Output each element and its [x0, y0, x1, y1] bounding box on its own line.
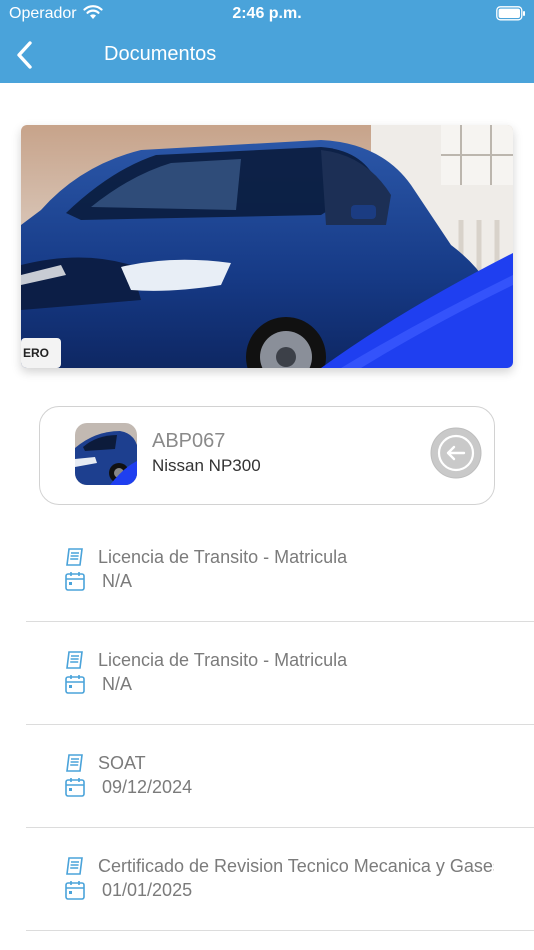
document-name: Licencia de Transito - Matricula	[98, 650, 348, 670]
vehicle-model: Nissan NP300	[152, 456, 261, 475]
calendar-icon	[65, 572, 85, 591]
document-row[interactable]: Certificado de Revision Tecnico Mecanica…	[26, 828, 534, 931]
document-name: Certificado de Revision Tecnico Mecanica…	[98, 856, 494, 876]
calendar-icon	[65, 778, 85, 797]
document-name: Licencia de Transito - Matricula	[98, 547, 348, 567]
chevron-left-icon	[17, 41, 32, 69]
navigation-bar: Documentos	[0, 30, 534, 83]
document-icon	[66, 857, 83, 875]
page-title: Documentos	[104, 43, 217, 65]
status-time: 2:46 p.m.	[232, 5, 302, 22]
svg-text:ERO: ERO	[23, 346, 49, 360]
status-bar: Operador 2:46 p.m.	[0, 0, 534, 30]
arrow-left-circle-icon	[430, 427, 482, 479]
vehicle-plate: ABP067	[152, 430, 226, 452]
document-row[interactable]: Licencia de Transito - Matricula N/A	[26, 519, 534, 622]
document-date: 01/01/2025	[102, 880, 193, 900]
document-date: 09/12/2024	[102, 777, 193, 797]
document-date: N/A	[102, 674, 133, 694]
document-date: N/A	[102, 571, 133, 591]
document-icon	[66, 548, 83, 566]
vehicle-banner-image: ERO	[21, 125, 513, 368]
header-bar: Operador 2:46 p.m. Documentos	[0, 0, 534, 83]
document-icon	[66, 651, 83, 669]
vehicle-thumbnail	[75, 423, 137, 485]
vehicle-change-button[interactable]	[430, 427, 482, 479]
document-name: SOAT	[98, 753, 146, 773]
calendar-icon	[65, 881, 85, 900]
document-icon	[66, 754, 83, 772]
battery-icon	[496, 6, 525, 21]
document-row[interactable]: Licencia de Transito - Matricula N/A	[26, 622, 534, 725]
back-button[interactable]	[10, 38, 40, 72]
calendar-icon	[65, 675, 85, 694]
document-row[interactable]: SOAT 09/12/2024	[26, 725, 534, 828]
vehicle-card[interactable]: ABP067 Nissan NP300	[39, 406, 495, 505]
